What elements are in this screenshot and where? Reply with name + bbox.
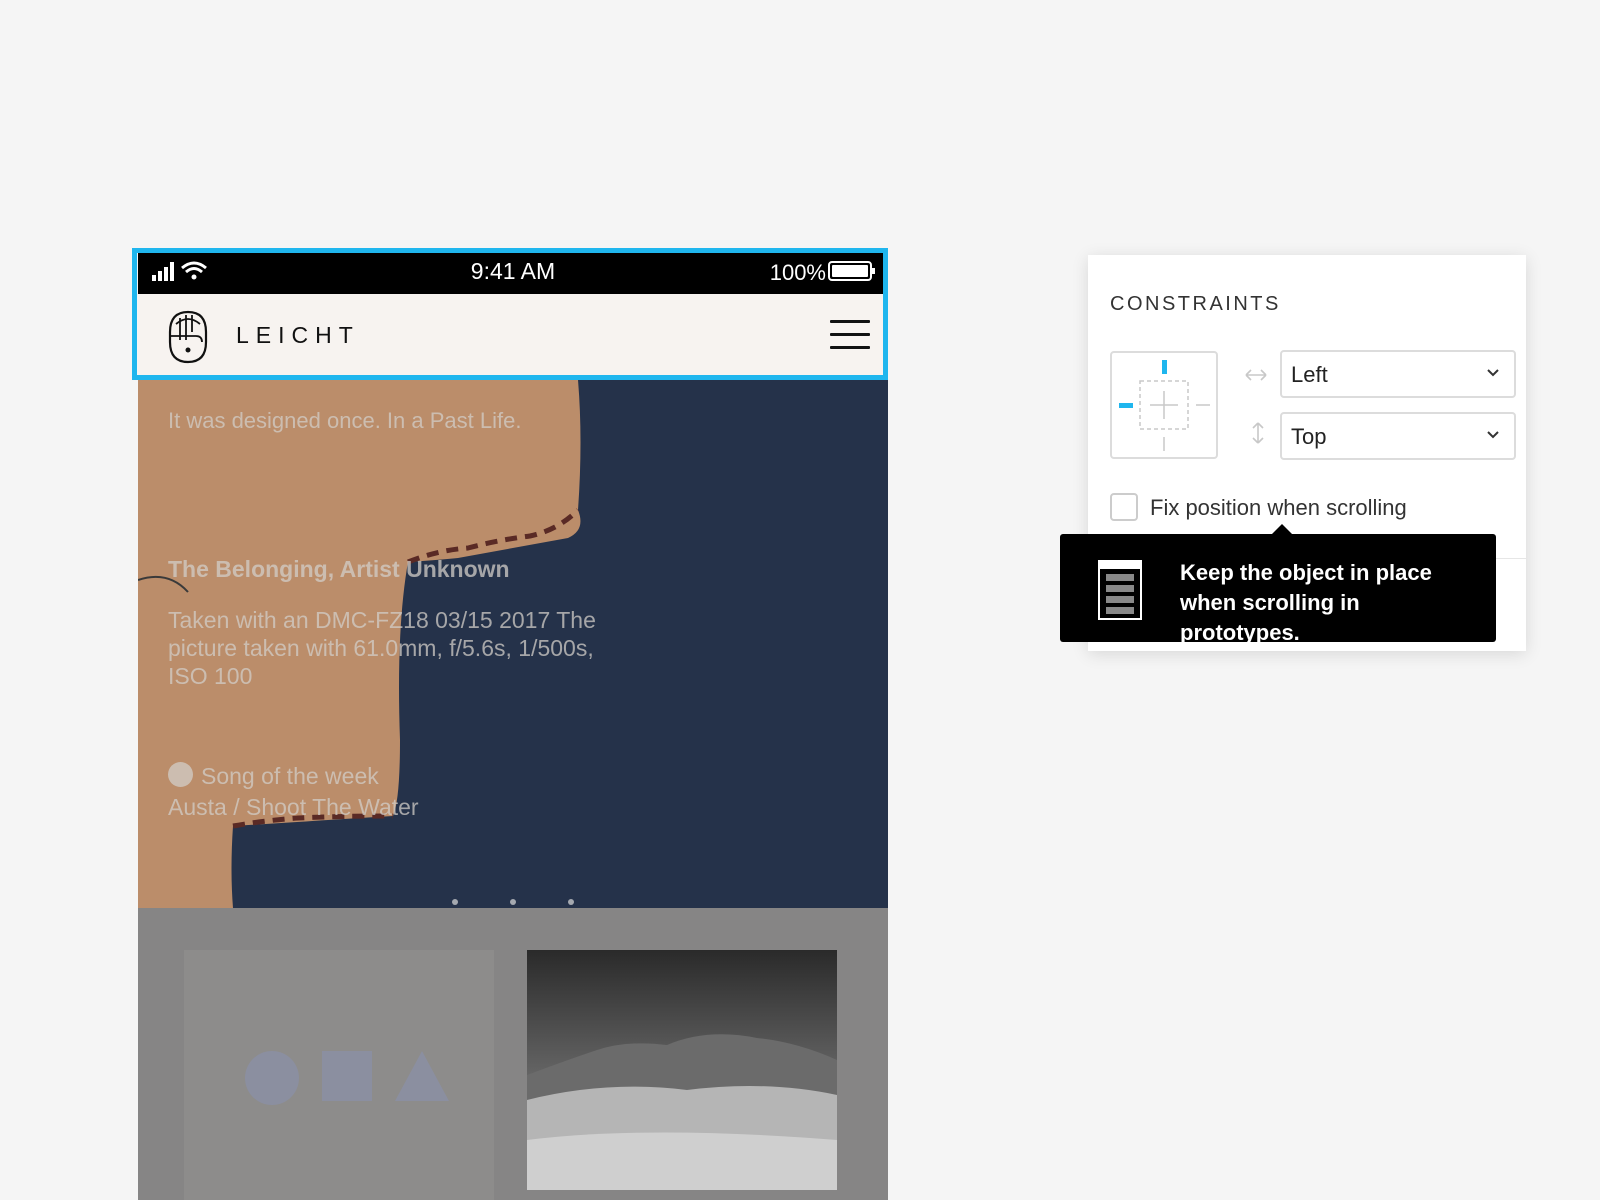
chevron-down-icon [1487, 431, 1499, 439]
fix-position-label[interactable]: Fix position when scrolling [1150, 495, 1407, 521]
shapes-card[interactable] [184, 950, 494, 1200]
photo-meta: Taken with an DMC-FZ18 03/15 2017 The pi… [168, 607, 596, 689]
constraint-diagram-icon [1119, 360, 1210, 451]
fixed-scroll-icon [1098, 560, 1142, 620]
vertical-arrows-icon [1252, 422, 1264, 444]
horizontal-constraint-select[interactable]: Left [1280, 350, 1516, 398]
photo-title: The Belonging, Artist Unknown [168, 556, 510, 582]
carousel-dot[interactable] [452, 899, 458, 905]
content-grid [138, 908, 888, 1200]
hero-tagline: It was designed once. In a Past Life. [168, 408, 522, 433]
song-label-text: Song of the week [201, 763, 379, 789]
carousel-dot[interactable] [568, 899, 574, 905]
song-track[interactable]: Austa / Shoot The Water [168, 794, 419, 821]
fix-position-checkbox[interactable] [1110, 493, 1138, 521]
chevron-down-icon [1487, 369, 1499, 377]
spotify-icon [168, 762, 193, 787]
carousel-dots [138, 892, 888, 908]
carousel-dot[interactable] [510, 899, 516, 905]
song-of-week-label: Song of the week [168, 762, 379, 790]
panel-title: CONSTRAINTS [1110, 293, 1281, 315]
tooltip-arrow [1272, 524, 1292, 534]
vertical-constraint-select[interactable]: Top [1280, 412, 1516, 460]
hero-section: It was designed once. In a Past Life. Th… [138, 380, 888, 908]
vertical-constraint-value: Top [1291, 424, 1327, 449]
selected-header-frame[interactable] [132, 248, 888, 380]
constraint-widget[interactable] [1110, 351, 1218, 459]
phone-frame: 9:41 AM 100% LEICHT It was designed once… [138, 248, 888, 1200]
horizontal-constraint-value: Left [1291, 362, 1328, 387]
tooltip-text: Keep the object in place when scrolling … [1180, 560, 1432, 645]
fix-position-tooltip: Keep the object in place when scrolling … [1060, 524, 1496, 645]
mountain-landscape-image [527, 950, 837, 1190]
shapes-illustration-icon [245, 1051, 449, 1105]
horizontal-arrows-icon [1245, 369, 1267, 381]
landscape-card[interactable] [527, 950, 837, 1190]
